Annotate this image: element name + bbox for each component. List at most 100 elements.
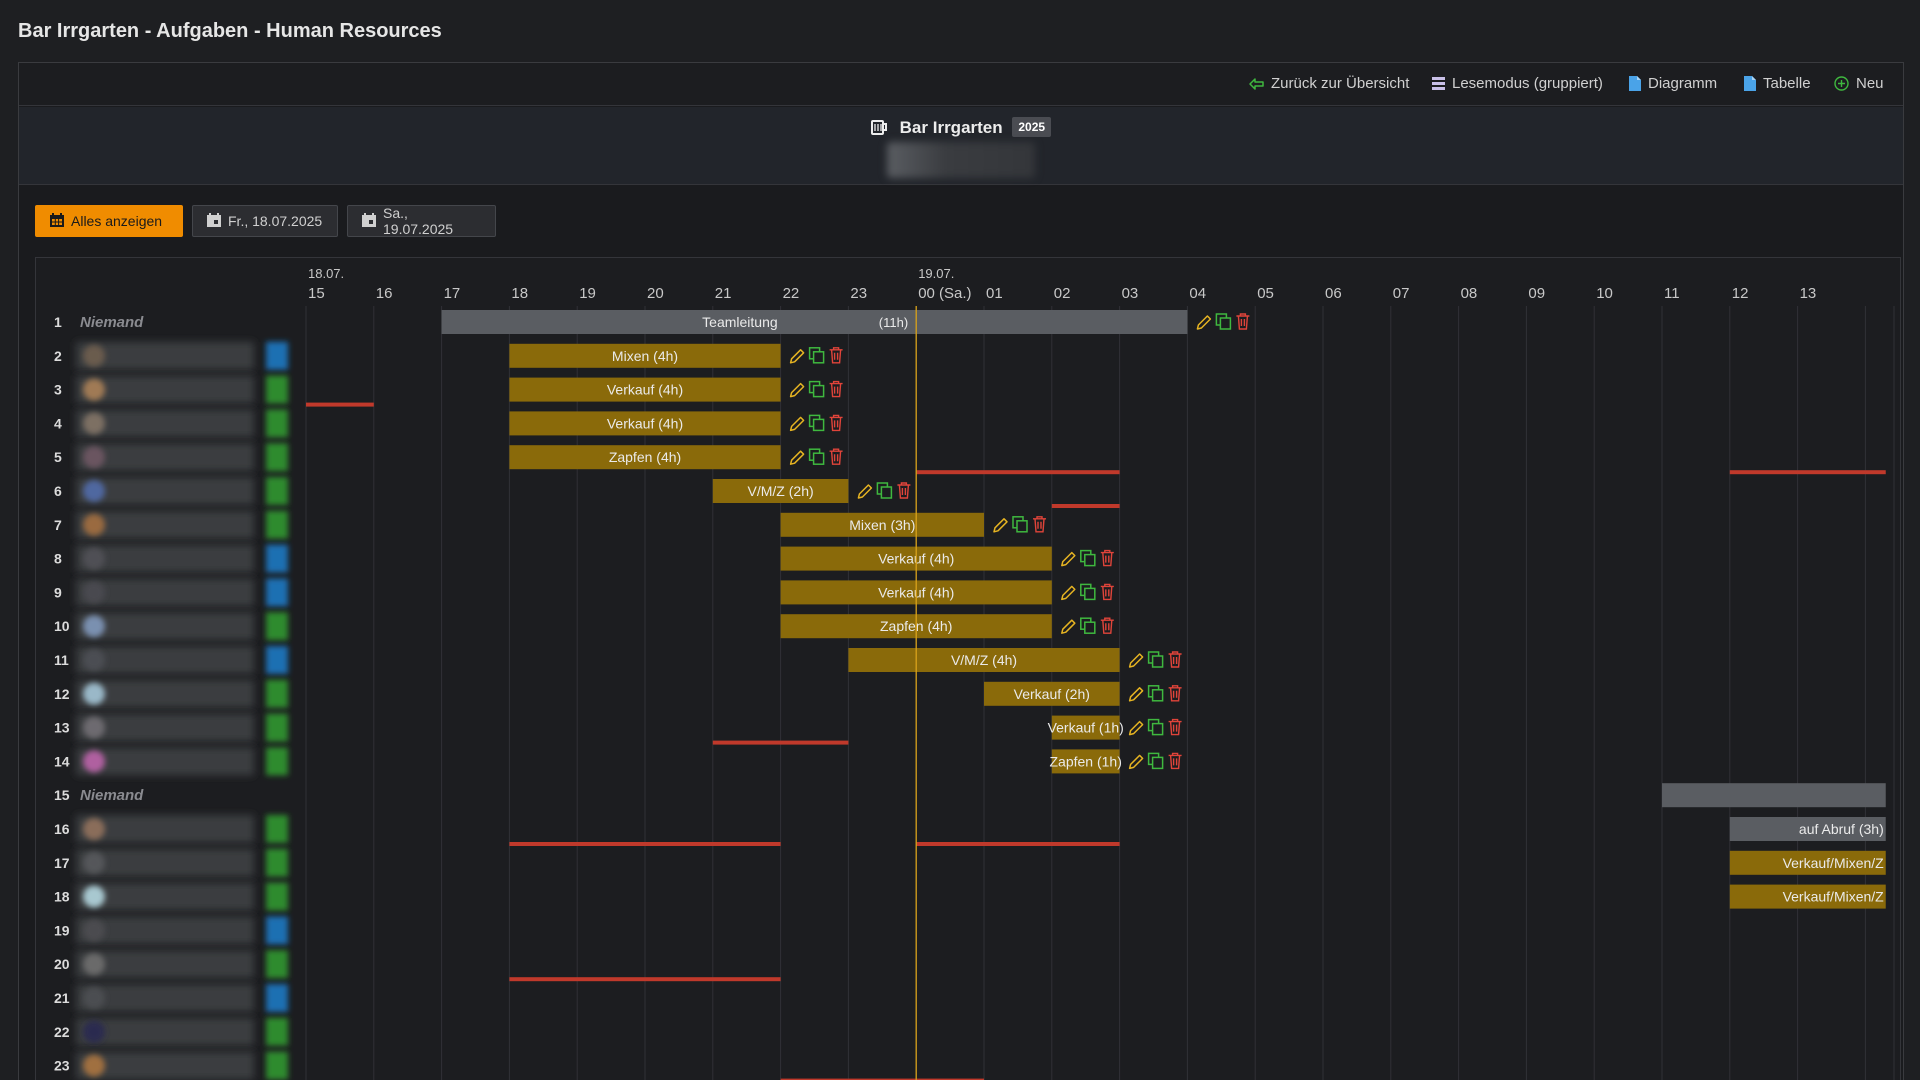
copy-icon[interactable]	[808, 414, 825, 432]
shift-bar-group[interactable]: auf Abruf (3h)	[1729, 817, 1886, 841]
delete-icon[interactable]	[1100, 549, 1114, 567]
edit-icon[interactable]	[993, 518, 1008, 533]
delete-icon[interactable]	[829, 380, 843, 398]
main-panel: Zurück zur Übersicht Lesemodus (gruppier…	[18, 62, 1904, 1080]
shift-bar-group[interactable]: Zapfen (1h)	[1050, 749, 1122, 774]
copy-icon[interactable]	[1080, 617, 1096, 634]
row-person	[76, 375, 288, 404]
delete-icon[interactable]	[1100, 583, 1114, 601]
hour-label: 11	[1664, 285, 1680, 302]
edit-icon[interactable]	[1061, 585, 1076, 601]
pencil-shape	[1128, 720, 1144, 736]
shift-label: Verkauf (4h)	[607, 415, 683, 431]
hour-label: 10	[1596, 285, 1613, 302]
copy-icon[interactable]	[1147, 752, 1164, 770]
hour-label: 21	[715, 285, 732, 302]
edit-icon[interactable]	[1128, 720, 1144, 736]
row-number: 8	[54, 551, 62, 567]
row-number: 4	[54, 415, 62, 431]
copy-front	[812, 351, 825, 364]
shift-bar-group[interactable]: Mixen (4h)	[509, 343, 781, 368]
status-indicator	[266, 916, 288, 945]
table-button[interactable]: Tabelle	[1744, 75, 1811, 92]
day2-button[interactable]: Sa., 19.07.2025	[347, 205, 496, 237]
row-person	[76, 882, 288, 911]
hour-label: 20	[647, 285, 664, 302]
diagram-button[interactable]: Diagramm	[1629, 75, 1717, 92]
edit-icon[interactable]	[1196, 315, 1212, 330]
edit-icon[interactable]	[789, 416, 805, 432]
edit-icon[interactable]	[1128, 687, 1144, 702]
copy-icon[interactable]	[1147, 685, 1164, 702]
delete-icon[interactable]	[1168, 685, 1182, 702]
copy-icon[interactable]	[1080, 549, 1096, 567]
pencil-shape	[1128, 754, 1144, 770]
shift-bar-group[interactable]: Verkauf/Mixen/Z	[1729, 884, 1886, 909]
shift-label: Zapfen (1h)	[1050, 753, 1122, 769]
shift-bar-group[interactable]: Zapfen (4h)	[509, 445, 781, 470]
delete-icon[interactable]	[1100, 617, 1114, 634]
status-indicator	[266, 1017, 288, 1046]
new-button[interactable]: Neu	[1834, 75, 1884, 92]
shift-bar-group[interactable]: Mixen (3h)	[780, 512, 984, 537]
row-person	[76, 646, 288, 674]
shift-actions	[1128, 685, 1182, 702]
delete-icon[interactable]	[1168, 718, 1182, 736]
delete-icon[interactable]	[1236, 313, 1250, 330]
trash-shape	[1100, 583, 1114, 601]
read-mode-button[interactable]: Lesemodus (gruppiert)	[1432, 75, 1603, 92]
day1-button[interactable]: Fr., 18.07.2025	[192, 205, 338, 237]
delete-icon[interactable]	[897, 482, 911, 499]
avatar	[83, 682, 105, 705]
shift-bar-group[interactable]: Verkauf (2h)	[984, 681, 1120, 706]
avatar	[83, 412, 105, 435]
delete-icon[interactable]	[829, 448, 843, 465]
copy-icon[interactable]	[1080, 583, 1096, 601]
shift-bar-group[interactable]: V/M/Z (4h)	[848, 648, 1120, 672]
edit-icon[interactable]	[1128, 754, 1144, 770]
back-button[interactable]: Zurück zur Übersicht	[1249, 75, 1409, 92]
shift-bar-group[interactable]: Teamleitung (11h)	[441, 310, 1188, 334]
delete-icon[interactable]	[829, 414, 843, 432]
edit-icon[interactable]	[789, 382, 805, 398]
pencil-shape	[789, 450, 805, 465]
delete-icon[interactable]	[1168, 752, 1182, 770]
row-person	[76, 950, 288, 979]
shift-bar-group[interactable]: Verkauf (1h)	[1048, 715, 1124, 740]
copy-icon[interactable]	[1215, 313, 1232, 330]
copy-icon[interactable]	[1147, 718, 1164, 736]
hour-label: 03	[1122, 285, 1139, 302]
shift-bar-group[interactable]: Verkauf (4h)	[509, 411, 781, 436]
delete-icon[interactable]	[1168, 651, 1182, 668]
pencil-shape	[1196, 315, 1212, 330]
unavailable-marker	[509, 977, 781, 982]
shift-bar-group[interactable]: V/M/Z (2h)	[712, 479, 849, 503]
delete-icon[interactable]	[1033, 516, 1046, 533]
avatar	[83, 513, 105, 536]
hour-label: 05	[1257, 285, 1274, 302]
edit-icon[interactable]	[1061, 551, 1076, 567]
copy-icon[interactable]	[808, 448, 825, 465]
shift-bar-group[interactable]	[1662, 783, 1886, 808]
trash-shape	[1168, 718, 1182, 736]
copy-icon[interactable]	[1147, 651, 1164, 668]
day1-label: Fr., 18.07.2025	[228, 213, 323, 229]
show-all-button[interactable]: Alles anzeigen	[35, 205, 183, 237]
edit-icon[interactable]	[857, 484, 873, 499]
avatar	[83, 750, 105, 773]
copy-icon[interactable]	[808, 347, 825, 364]
copy-icon[interactable]	[876, 482, 893, 499]
shift-bar-group[interactable]: Verkauf (4h)	[509, 377, 781, 402]
hour-label: 00 (Sa.)	[918, 285, 971, 302]
shift-bar-group[interactable]: Verkauf/Mixen/Z	[1729, 850, 1886, 875]
edit-icon[interactable]	[789, 450, 805, 465]
edit-icon[interactable]	[1061, 619, 1076, 634]
row-number: 10	[54, 618, 70, 634]
copy-icon[interactable]	[1012, 516, 1028, 533]
edit-icon[interactable]	[1128, 653, 1144, 668]
delete-icon[interactable]	[829, 347, 843, 364]
copy-icon[interactable]	[808, 380, 825, 398]
edit-icon[interactable]	[789, 349, 805, 364]
trash-shape	[829, 347, 843, 364]
diagram-label: Diagramm	[1648, 75, 1718, 92]
